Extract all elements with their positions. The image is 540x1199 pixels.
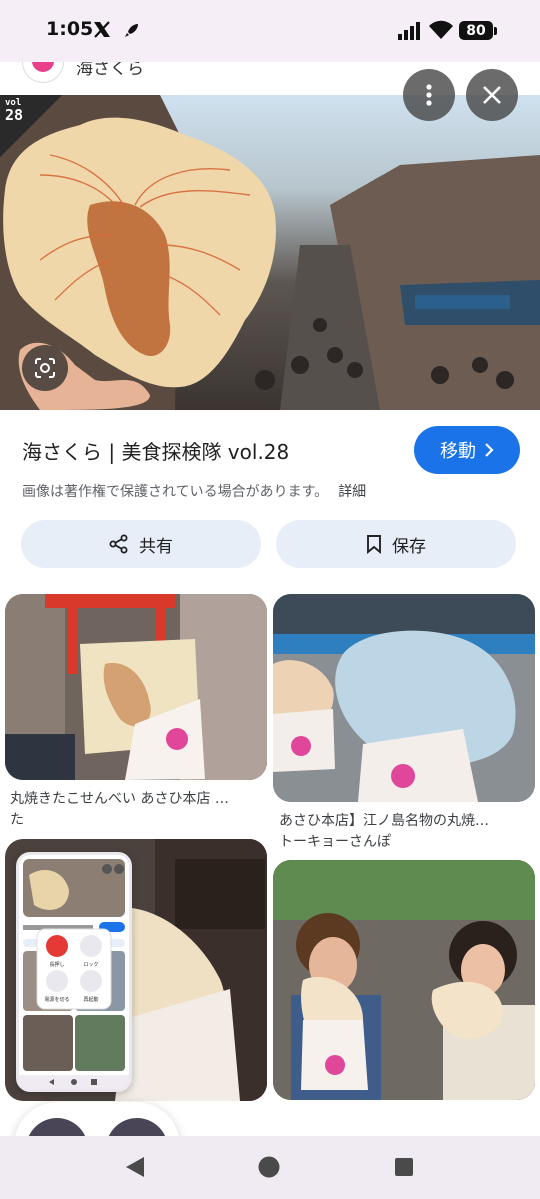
screenshot-share-button[interactable] bbox=[26, 1118, 88, 1136]
back-icon[interactable] bbox=[124, 1156, 146, 1178]
wifi-icon bbox=[429, 20, 453, 39]
related-image-1[interactable] bbox=[5, 594, 267, 780]
related-image-2[interactable] bbox=[273, 594, 535, 802]
image-title: 海さくら | 美食探検隊 vol.28 bbox=[22, 440, 290, 464]
source-row[interactable]: 海さくら bbox=[22, 62, 144, 83]
screenshot-preview[interactable]: 長押し ロック 電源を切る 再起動 bbox=[16, 852, 132, 1092]
related-caption-2: あさひ本店】江ノ島名物の丸焼… bbox=[279, 813, 489, 829]
system-nav-bar bbox=[0, 1136, 540, 1199]
related-caption-2-source: トーキョーさんぽ bbox=[279, 834, 391, 850]
close-icon bbox=[483, 86, 501, 104]
x-app-icon bbox=[94, 21, 110, 38]
battery-level: 80 bbox=[466, 22, 486, 39]
related-image-4[interactable] bbox=[273, 860, 535, 1100]
lens-search-button[interactable] bbox=[22, 345, 68, 391]
visit-label: 移動 bbox=[440, 441, 476, 462]
rocket-icon bbox=[125, 24, 138, 37]
source-name: 海さくら bbox=[76, 62, 144, 79]
lens-icon bbox=[35, 358, 55, 378]
copyright-text: 画像は著作権で保護されている場合があります。 bbox=[22, 484, 329, 500]
related-image-2-art bbox=[273, 594, 535, 802]
signal-icon bbox=[398, 22, 420, 40]
share-label: 共有 bbox=[139, 536, 173, 557]
more-vert-icon bbox=[426, 84, 432, 106]
related-caption-1: 丸焼きたこせんべい あさひ本店 … bbox=[10, 791, 229, 807]
hero-scene bbox=[0, 95, 540, 410]
share-icon bbox=[109, 534, 128, 554]
battery-tip bbox=[494, 27, 497, 35]
status-bar: 1:05 80 bbox=[0, 0, 540, 62]
save-button[interactable]: 保存 bbox=[276, 520, 516, 568]
screenshot-preview-art: 長押し ロック 電源を切る 再起動 bbox=[19, 855, 129, 1089]
home-icon[interactable] bbox=[258, 1156, 280, 1178]
chevron-right-icon bbox=[485, 443, 494, 457]
close-button[interactable] bbox=[466, 69, 518, 121]
related-image-1-art bbox=[5, 594, 267, 780]
bookmark-icon bbox=[367, 535, 381, 554]
battery-indicator: 80 bbox=[459, 21, 493, 40]
hero-image[interactable]: vol 28 bbox=[0, 95, 540, 410]
related-caption-1-source: た bbox=[10, 812, 24, 828]
related-image-4-art bbox=[273, 860, 535, 1100]
mini-label-1: 長押し bbox=[49, 961, 64, 968]
image-detail-sheet: 海さくら vol 28 海さくら | 美食探検隊 vol.28 移動 画像は著作… bbox=[0, 62, 540, 1136]
vol-badge-number: 28 bbox=[5, 106, 24, 124]
mini-label-4: 再起動 bbox=[83, 996, 98, 1003]
details-link[interactable]: 詳細 bbox=[338, 484, 366, 500]
share-button[interactable]: 共有 bbox=[21, 520, 261, 568]
visit-button[interactable]: 移動 bbox=[414, 426, 520, 474]
vol-badge: vol 28 bbox=[0, 95, 62, 157]
source-logo bbox=[22, 62, 64, 83]
mini-label-3: 電源を切る bbox=[44, 996, 69, 1003]
screenshot-tools bbox=[14, 1102, 180, 1136]
save-label: 保存 bbox=[392, 536, 426, 557]
screenshot-edit-button[interactable] bbox=[106, 1118, 168, 1136]
more-options-button[interactable] bbox=[403, 69, 455, 121]
copyright-note: 画像は著作権で保護されている場合があります。 詳細 bbox=[22, 481, 366, 501]
mini-label-2: ロック bbox=[83, 962, 98, 968]
status-time: 1:05 bbox=[46, 18, 94, 40]
recents-icon[interactable] bbox=[394, 1157, 414, 1177]
